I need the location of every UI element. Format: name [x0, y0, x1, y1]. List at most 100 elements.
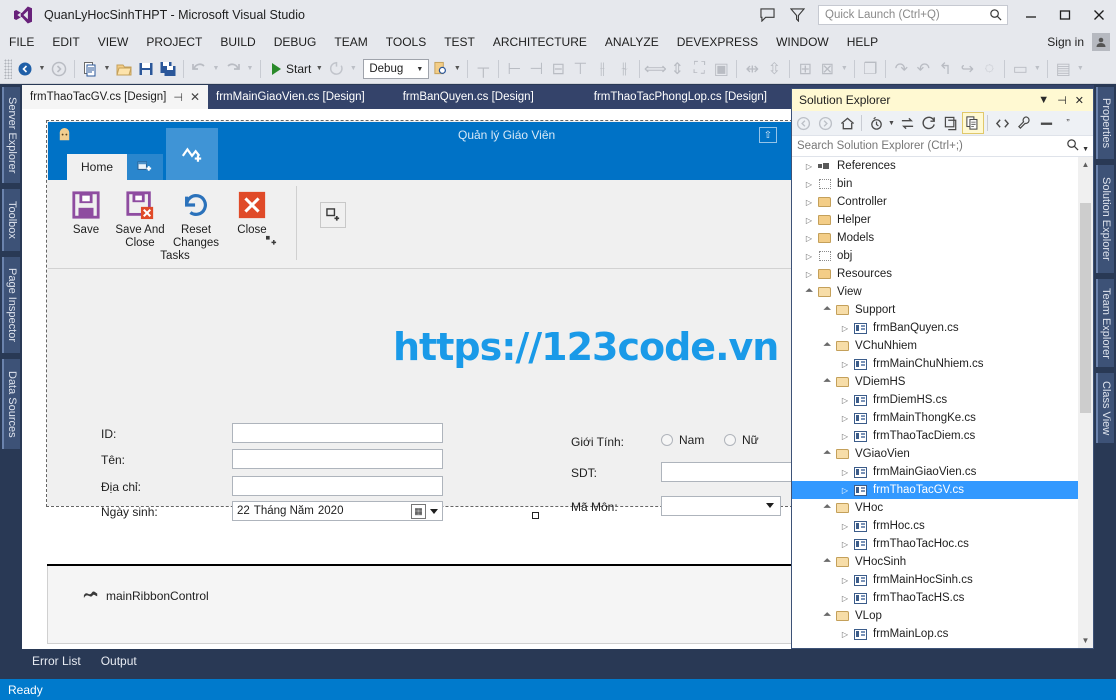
chevron-collapsed-icon[interactable]: ▷ — [802, 216, 816, 225]
form-minimize-icon[interactable]: ⇧ — [759, 127, 777, 143]
quick-launch-input[interactable]: Quick Launch (Ctrl+Q) — [818, 5, 1008, 25]
clr-dropdown-icon[interactable]: ▼ — [1031, 57, 1043, 81]
properties-icon[interactable] — [1013, 112, 1035, 134]
tree-item-file[interactable]: ▷ frmMainGiaoVien.cs — [792, 463, 1093, 481]
chevron-collapsed-icon[interactable]: ▷ — [802, 198, 816, 207]
tree-item-file[interactable]: ▷ frmThaoTacDiem.cs — [792, 427, 1093, 445]
redo-dropdown-icon[interactable]: ▼ — [244, 57, 256, 81]
close-button[interactable] — [1082, 0, 1116, 30]
horizontal-spacing-icon[interactable]: ⇹ — [741, 57, 763, 81]
tree-item-file[interactable]: ▷ frmBanQuyen.cs — [792, 319, 1093, 337]
scrollbar-thumb[interactable] — [1080, 203, 1091, 413]
find-dropdown-icon[interactable]: ▼ — [451, 57, 463, 81]
threads-dropdown-icon[interactable]: ▼ — [1074, 57, 1086, 81]
component-tray[interactable]: mainRibbonControl — [47, 566, 792, 644]
align-rights-icon[interactable]: ⊟ — [547, 57, 569, 81]
left-tab-data-sources[interactable]: Data Sources — [2, 359, 20, 449]
center-horizontally-icon[interactable]: ⊞ — [794, 57, 816, 81]
input-id[interactable] — [232, 423, 443, 443]
left-tab-toolbox[interactable]: Toolbox — [2, 189, 20, 251]
account-icon[interactable] — [1092, 33, 1110, 51]
right-tab-team-explorer[interactable]: Team Explorer — [1096, 279, 1114, 367]
make-same-height-icon[interactable]: ⇕ — [666, 57, 688, 81]
chevron-collapsed-icon[interactable]: ▷ — [838, 360, 852, 369]
solution-explorer-tree[interactable]: ▷ References ▷ bin ▷ Controller ▷ Helper ▷ Models… — [792, 157, 1093, 648]
threads-window-icon[interactable]: ▤ — [1052, 57, 1074, 81]
form-resize-handle[interactable] — [532, 512, 539, 519]
toolbar-overflow-icon[interactable]: ” — [1057, 112, 1079, 134]
editor-tab-frmmaingiaovien[interactable]: frmMainGiaoVien.cs [Design] — [208, 85, 373, 109]
calendar-icon[interactable]: ▦ — [411, 504, 426, 519]
maximize-button[interactable] — [1048, 0, 1082, 30]
chevron-collapsed-icon[interactable]: ▷ — [838, 324, 852, 333]
tree-item-folder[interactable]: ▷ obj — [792, 247, 1093, 265]
chevron-collapsed-icon[interactable]: ▷ — [838, 468, 852, 477]
chevron-collapsed-icon[interactable]: ▷ — [802, 252, 816, 261]
align-lefts-icon[interactable]: ⊢ — [503, 57, 525, 81]
chevron-collapsed-icon[interactable]: ▷ — [838, 522, 852, 531]
ribbon-group-expander-icon[interactable] — [266, 235, 277, 249]
menu-item-project[interactable]: PROJECT — [137, 30, 211, 54]
right-tab-class-view[interactable]: Class View — [1096, 373, 1114, 443]
navigate-back-dropdown-icon[interactable]: ▼ — [36, 57, 48, 81]
chevron-expanded-icon[interactable]: ◢ — [819, 608, 835, 624]
chevron-down-icon[interactable]: ▼ — [1082, 146, 1089, 153]
tree-item-file[interactable]: ▷ frmHoc.cs — [792, 517, 1093, 535]
tree-item-file[interactable]: ▷ frmMainLop.cs — [792, 625, 1093, 643]
save-icon[interactable] — [135, 57, 157, 81]
datetime-picker-ngaysinh[interactable]: 22 Tháng Năm 2020 ▦ — [232, 501, 443, 521]
bring-to-front-icon[interactable]: ❐ — [859, 57, 881, 81]
tree-item-folder[interactable]: ◢ View — [792, 283, 1093, 301]
navigate-back-icon[interactable] — [14, 57, 36, 81]
new-project-icon[interactable] — [79, 57, 101, 81]
tree-item-folder[interactable]: ◢ VGiaoVien — [792, 445, 1093, 463]
menu-item-team[interactable]: TEAM — [325, 30, 376, 54]
menu-item-build[interactable]: BUILD — [211, 30, 264, 54]
tree-item-folder[interactable]: ▷ References — [792, 157, 1093, 175]
chevron-expanded-icon[interactable]: ◢ — [819, 500, 835, 516]
tree-item-file[interactable]: ▷ frmMainHocSinh.cs — [792, 571, 1093, 589]
find-in-files-icon[interactable] — [429, 57, 451, 81]
home-icon[interactable] — [836, 112, 858, 134]
sync-icon[interactable] — [896, 112, 918, 134]
show-all-files-icon[interactable] — [962, 112, 984, 134]
right-tab-properties[interactable]: Properties — [1096, 87, 1114, 159]
ribbon-button-reset-changes[interactable]: Reset Changes — [170, 186, 222, 250]
scroll-up-arrow-icon[interactable]: ▲ — [1078, 157, 1093, 172]
chevron-down-icon[interactable]: ▼ — [1034, 94, 1053, 106]
undo-dropdown-icon[interactable]: ▼ — [210, 57, 222, 81]
menu-item-analyze[interactable]: ANALYZE — [596, 30, 668, 54]
minimize-button[interactable] — [1014, 0, 1048, 30]
tree-item-folder[interactable]: ◢ VHocSinh — [792, 553, 1093, 571]
tree-item-file[interactable]: ▷ frmThaoTacHS.cs — [792, 589, 1093, 607]
step-into-icon[interactable]: ↷ — [890, 57, 912, 81]
chevron-expanded-icon[interactable]: ◢ — [819, 302, 835, 318]
close-icon[interactable]: ✕ — [1071, 94, 1088, 107]
step-over-icon[interactable]: ↶ — [912, 57, 934, 81]
bottom-tab-output[interactable]: Output — [91, 649, 147, 673]
editor-tab-frmthaotacphonglop[interactable]: frmThaoTacPhongLop.cs [Design] — [564, 85, 797, 109]
chevron-collapsed-icon[interactable]: ▷ — [838, 630, 852, 639]
solution-explorer-scrollbar[interactable]: ▲ ▼ — [1078, 157, 1093, 648]
refresh-icon[interactable] — [918, 112, 940, 134]
align-top-icon[interactable]: ┬ — [472, 57, 494, 81]
ribbon-add-group-button[interactable] — [320, 202, 346, 228]
chevron-expanded-icon[interactable]: ◢ — [801, 284, 817, 300]
collapse-all-icon[interactable] — [940, 112, 962, 134]
chevron-expanded-icon[interactable]: ◢ — [819, 374, 835, 390]
tree-item-folder[interactable]: ◢ VDiemHS — [792, 373, 1093, 391]
menu-item-edit[interactable]: EDIT — [43, 30, 88, 54]
solution-explorer-search-input[interactable]: Search Solution Explorer (Ctrl+;) ▼ — [792, 136, 1093, 157]
tree-item-file[interactable]: ▷ frmMainThongKe.cs — [792, 409, 1093, 427]
menu-item-tools[interactable]: TOOLS — [377, 30, 435, 54]
ribbon-button-close[interactable]: Close — [226, 186, 278, 237]
chevron-collapsed-icon[interactable]: ▷ — [838, 540, 852, 549]
tree-item-file[interactable]: ▷ frmMainChuNhiem.cs — [792, 355, 1093, 373]
chevron-collapsed-icon[interactable]: ▷ — [838, 576, 852, 585]
layout-dropdown-icon[interactable]: ▼ — [838, 57, 850, 81]
chevron-expanded-icon[interactable]: ◢ — [819, 338, 835, 354]
back-icon[interactable] — [792, 112, 814, 134]
align-bottoms-icon[interactable]: ⫳ — [613, 57, 635, 81]
run-to-cursor-icon[interactable]: ↪ — [956, 57, 978, 81]
right-tab-solution-explorer[interactable]: Solution Explorer — [1096, 165, 1114, 273]
